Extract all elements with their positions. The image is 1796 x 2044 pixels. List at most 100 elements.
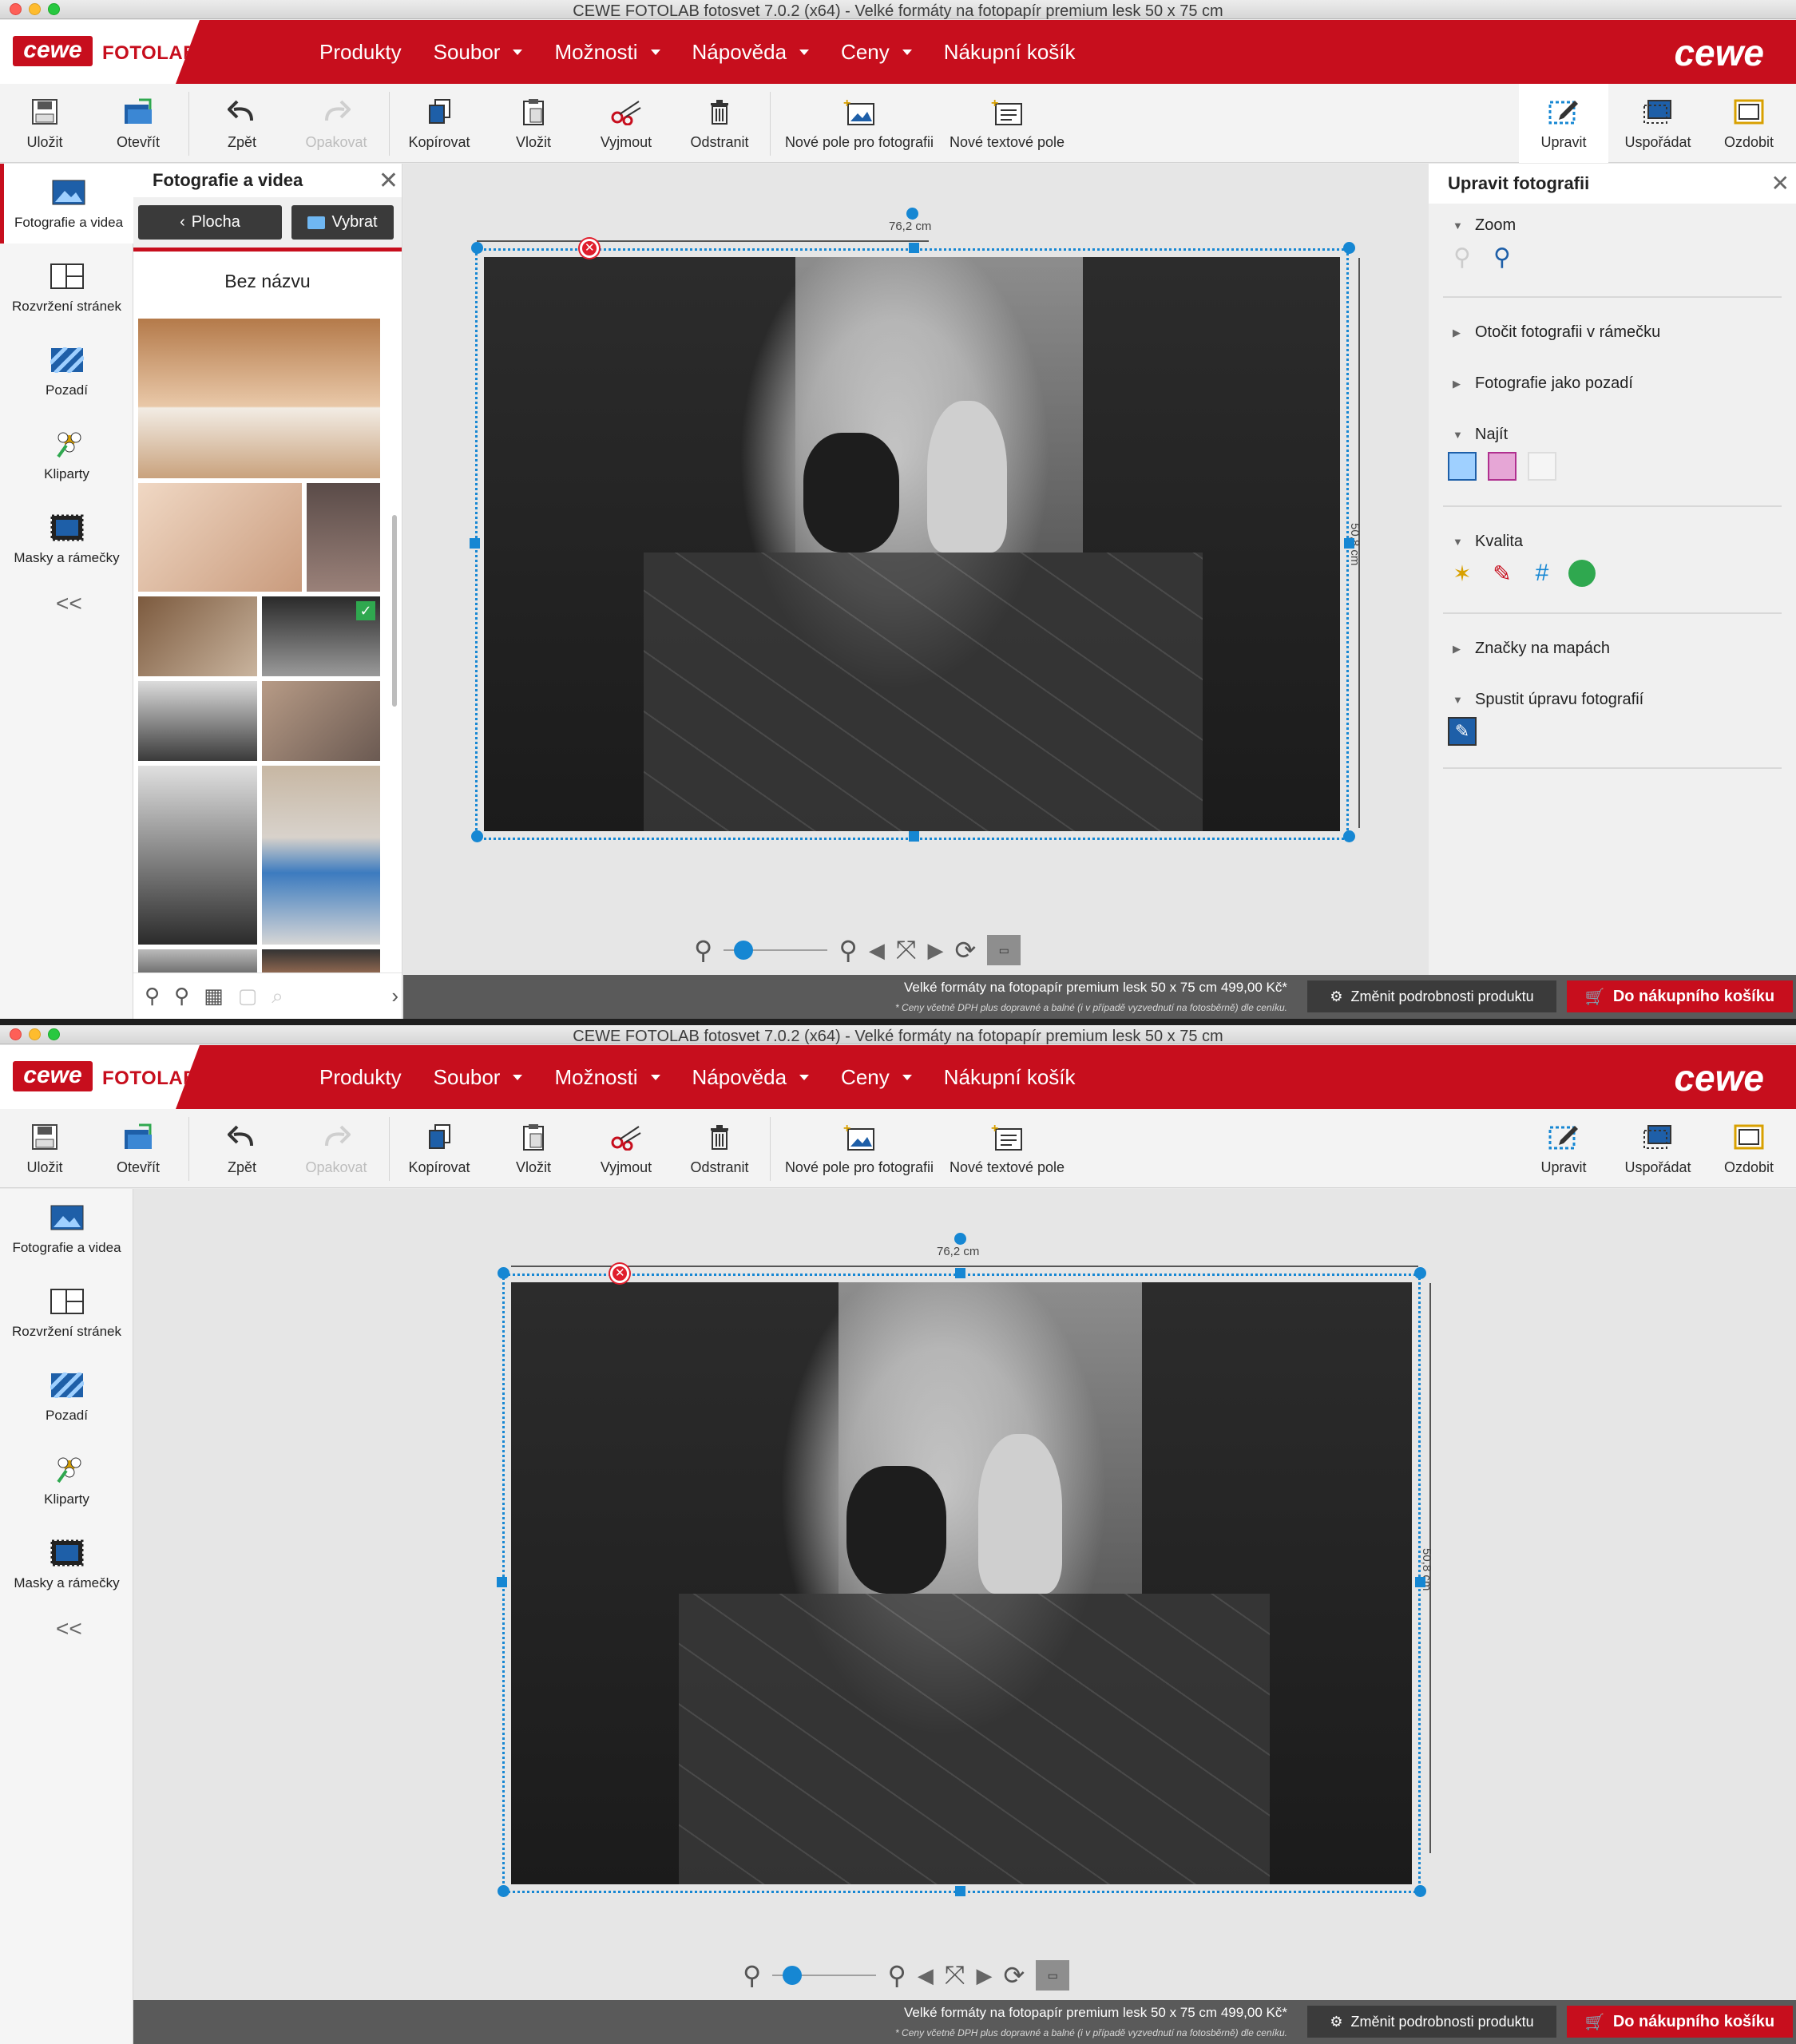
zoom-out-icon[interactable]: ⚲ [145, 984, 160, 1008]
copy-button[interactable]: Kopírovat [406, 84, 473, 163]
canvas-photo[interactable] [511, 1282, 1412, 1884]
photo-thumbnail-selected[interactable]: ✓ [262, 596, 380, 676]
new-text-field-button[interactable]: + Nové textové pole [947, 1109, 1067, 1188]
menu-napoveda[interactable]: Nápověda [692, 1065, 810, 1090]
undo-button[interactable]: Zpět [216, 1109, 268, 1188]
section-zoom-toggle[interactable]: ▼ Zoom [1443, 216, 1782, 235]
save-button[interactable]: Uložit [16, 1109, 73, 1188]
edge-handle-top[interactable] [955, 1268, 965, 1278]
auto-enhance-icon[interactable]: ✶ [1448, 559, 1477, 588]
corner-handle-tr[interactable] [1414, 1267, 1426, 1279]
edge-handle-top[interactable] [909, 243, 919, 253]
photo-thumbnail[interactable] [262, 949, 380, 973]
open-button[interactable]: Otevřít [108, 84, 168, 163]
zoom-slider-knob[interactable] [734, 941, 754, 960]
menu-produkty[interactable]: Produkty [319, 1065, 402, 1090]
sidebar-item-masks-frames[interactable]: Masky a rámečky [0, 499, 133, 579]
zoom-slider[interactable] [724, 941, 828, 960]
edge-handle-left[interactable] [497, 1577, 507, 1587]
edge-handle-bottom[interactable] [909, 831, 919, 842]
corner-handle-tr[interactable] [1343, 242, 1355, 254]
decorate-mode-button[interactable]: Ozdobit [1715, 84, 1782, 163]
photo-thumbnail[interactable] [138, 596, 257, 676]
menu-soubor[interactable]: Soubor [434, 40, 523, 65]
sidebar-item-layout[interactable]: Rozvržení stránek [0, 1273, 133, 1353]
previous-page-icon[interactable]: ◀ [918, 1963, 934, 1988]
redo-button[interactable]: Opakovat [302, 1109, 371, 1188]
remove-frame-icon[interactable] [580, 239, 599, 258]
undo-button[interactable]: Zpět [216, 84, 268, 163]
find-photo-icon[interactable] [1448, 452, 1477, 481]
edge-handle-right[interactable] [1415, 1577, 1425, 1587]
edge-handle-right[interactable] [1344, 538, 1354, 549]
sidebar-item-masks-frames[interactable]: Masky a rámečky [0, 1524, 133, 1604]
zoom-in-icon[interactable]: ⚲ [174, 984, 189, 1008]
section-start-editing-toggle[interactable]: ▼ Spustit úpravu fotografií [1443, 691, 1782, 709]
next-page-icon[interactable]: ▶ [927, 938, 943, 963]
copy-button[interactable]: Kopírovat [406, 1109, 473, 1188]
sidebar-item-clipart[interactable]: Kliparty [0, 415, 133, 495]
corner-handle-br[interactable] [1343, 830, 1355, 842]
next-page-icon[interactable]: ▶ [976, 1963, 992, 1988]
rotate-page-icon[interactable]: ⟳ [954, 935, 976, 965]
section-as-background-toggle[interactable]: ▶ Fotografie jako pozadí [1443, 374, 1782, 393]
zoom-out-icon[interactable]: ⚲ [743, 1960, 761, 1991]
red-eye-icon[interactable]: ✎ [1488, 559, 1516, 588]
zoom-out-icon[interactable]: ⚲ [694, 935, 712, 965]
cut-button[interactable]: Vyjmout [597, 84, 655, 163]
select-folder-button[interactable]: Vybrat [291, 205, 394, 240]
corner-handle-tl[interactable] [498, 1267, 509, 1279]
photos-scrollbar[interactable] [390, 323, 399, 978]
previous-page-icon[interactable]: ◀ [869, 938, 885, 963]
rotate-handle[interactable] [906, 208, 918, 220]
new-text-field-button[interactable]: + Nové textové pole [947, 84, 1067, 163]
find-in-album-icon[interactable] [1488, 452, 1516, 481]
arrange-mode-button[interactable]: Uspořádat [1615, 1109, 1701, 1188]
arrange-mode-button[interactable]: Uspořádat [1615, 84, 1701, 163]
cut-button[interactable]: Vyjmout [597, 1109, 655, 1188]
grid-icon[interactable]: # [1528, 559, 1556, 588]
decorate-mode-button[interactable]: Ozdobit [1715, 1109, 1782, 1188]
zoom-in-icon[interactable]: ⚲ [839, 935, 857, 965]
face-detect-icon[interactable] [1568, 559, 1596, 588]
rotate-page-icon[interactable]: ⟳ [1003, 1960, 1025, 1991]
section-map-markers-toggle[interactable]: ▶ Značky na mapách [1443, 640, 1782, 658]
sidebar-item-layout[interactable]: Rozvržení stránek [0, 248, 133, 327]
new-photo-field-button[interactable]: + Nové pole pro fotografii [781, 84, 938, 163]
section-quality-toggle[interactable]: ▼ Kvalita [1443, 533, 1782, 551]
photo-thumbnail[interactable] [138, 949, 257, 973]
zoom-slider[interactable] [772, 1966, 877, 1985]
grid-view-icon[interactable]: ▦ [204, 984, 224, 1008]
change-product-button[interactable]: ⚙ Změnit podrobnosti produktu [1307, 2006, 1556, 2038]
collapse-sidebar-button[interactable]: << [56, 591, 82, 616]
change-product-button[interactable]: ⚙ Změnit podrobnosti produktu [1307, 980, 1556, 1012]
rotate-handle[interactable] [954, 1233, 966, 1245]
menu-napoveda[interactable]: Nápověda [692, 40, 810, 65]
menu-soubor[interactable]: Soubor [434, 1065, 523, 1090]
close-icon[interactable]: ✕ [379, 167, 398, 195]
zoom-out-photo-icon[interactable]: ⚲ [1448, 243, 1477, 271]
scrollbar-thumb[interactable] [392, 515, 397, 707]
edge-handle-left[interactable] [470, 538, 480, 549]
photo-thumbnail[interactable] [262, 766, 380, 945]
fit-to-screen-icon[interactable]: ⤧ [945, 1960, 965, 1991]
zoom-in-photo-icon[interactable]: ⚲ [1488, 243, 1516, 271]
sidebar-item-background[interactable]: Pozadí [0, 1357, 133, 1436]
ruler-icon[interactable]: ▭ [987, 935, 1021, 965]
menu-nakupni-kosik[interactable]: Nákupní košík [944, 40, 1076, 65]
edit-mode-button[interactable]: Upravit [1519, 1109, 1608, 1188]
fit-to-screen-icon[interactable]: ⤧ [896, 935, 917, 965]
edit-mode-button[interactable]: Upravit [1519, 84, 1608, 163]
edge-handle-bottom[interactable] [955, 1886, 965, 1896]
open-button[interactable]: Otevřít [108, 1109, 168, 1188]
corner-handle-bl[interactable] [498, 1885, 509, 1897]
deselect-icon[interactable]: ▢ [238, 984, 258, 1008]
corner-handle-bl[interactable] [471, 830, 483, 842]
menu-moznosti[interactable]: Možnosti [554, 40, 660, 65]
collapse-sidebar-button[interactable]: << [56, 1616, 82, 1642]
menu-produkty[interactable]: Produkty [319, 40, 402, 65]
paste-button[interactable]: Vložit [511, 84, 556, 163]
menu-moznosti[interactable]: Možnosti [554, 1065, 660, 1090]
photo-thumbnail[interactable] [307, 483, 380, 592]
photo-thumbnail[interactable] [138, 483, 302, 592]
